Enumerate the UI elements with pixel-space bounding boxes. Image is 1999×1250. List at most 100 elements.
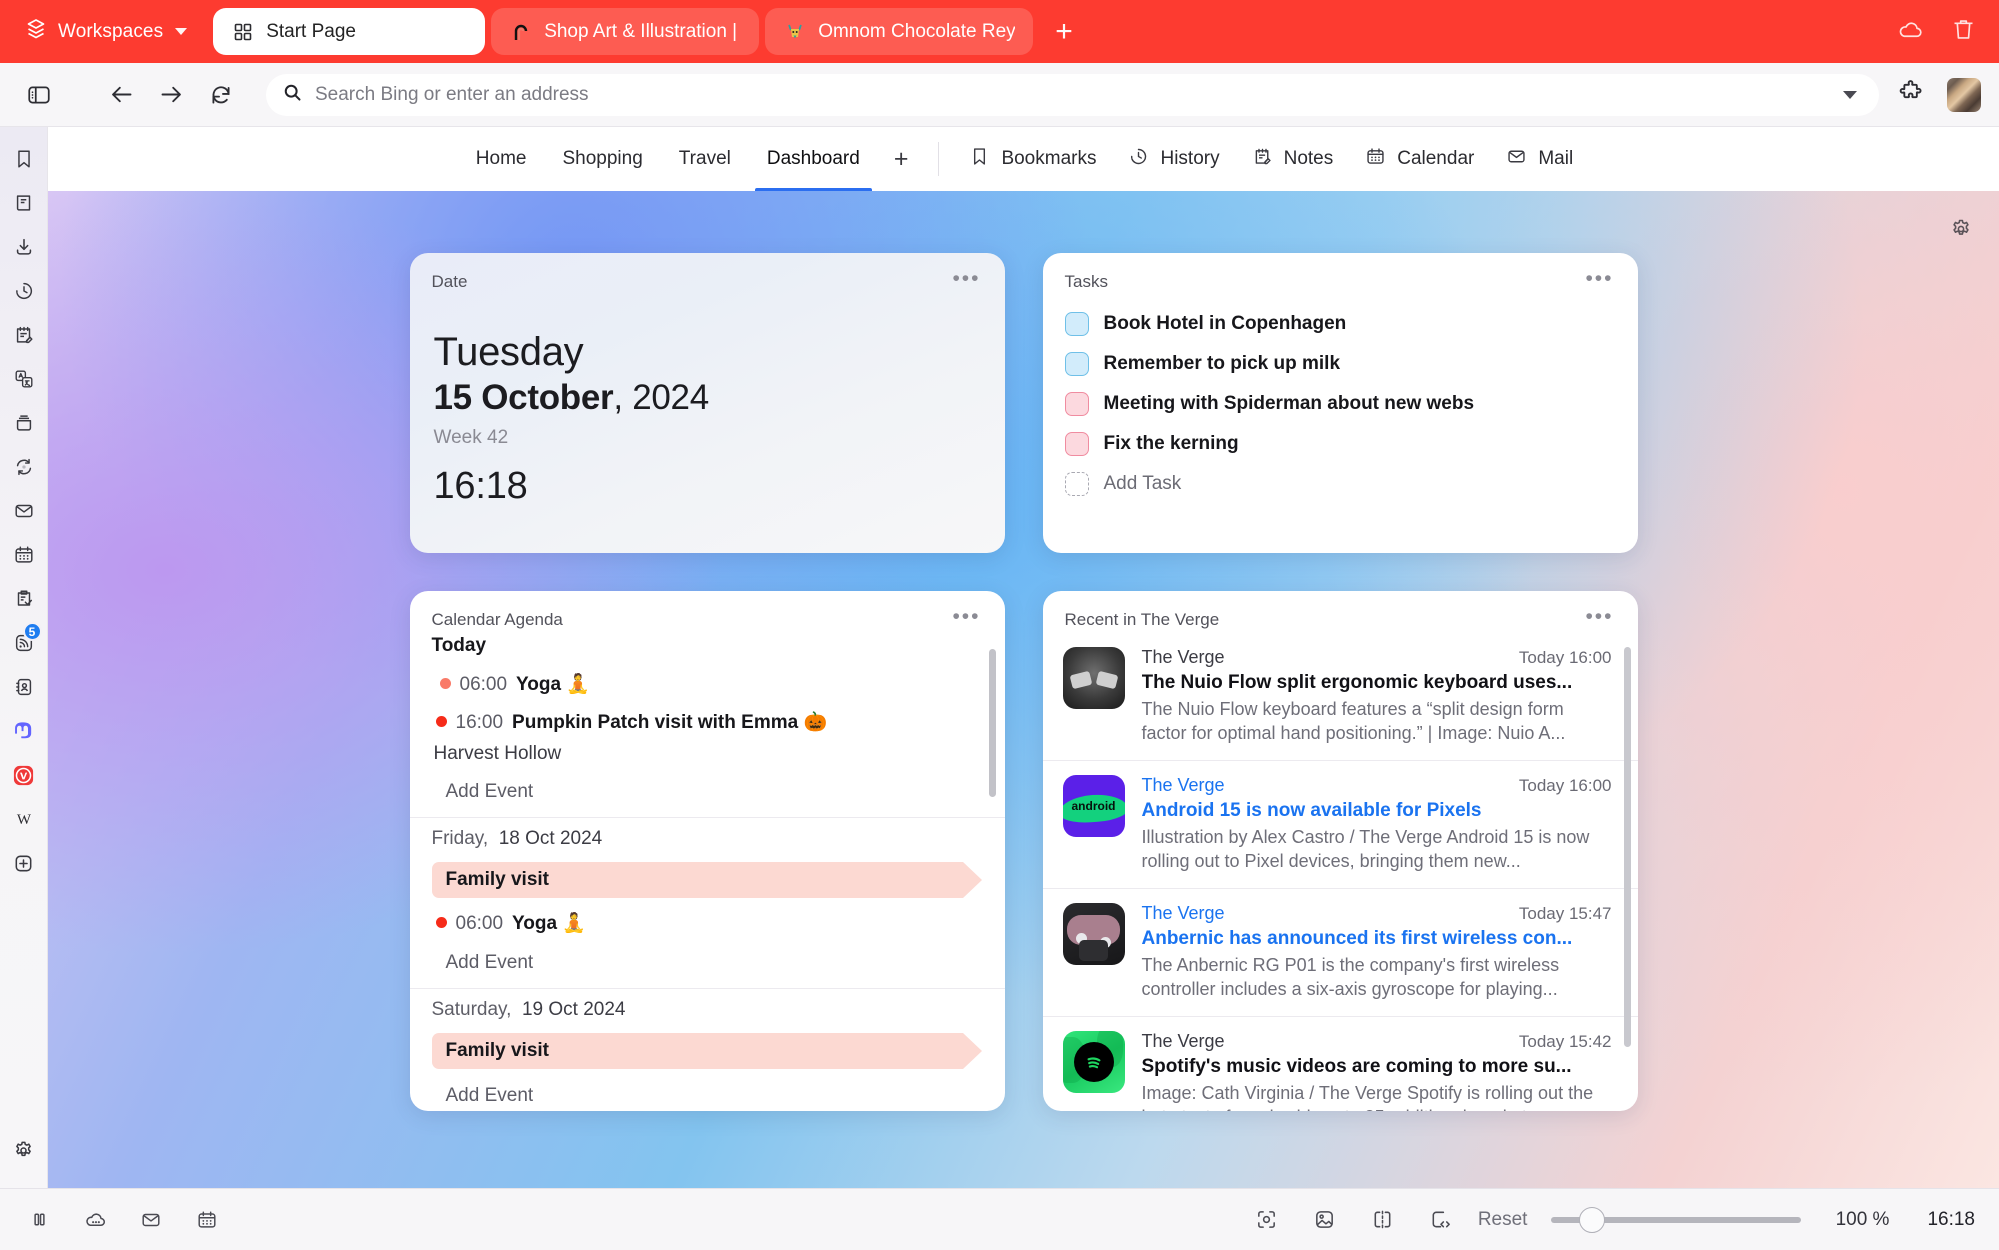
sidebar-item-downloads[interactable] [2, 225, 46, 269]
agenda-allday-event[interactable]: Family visit [431, 862, 982, 898]
sidebar-item-history[interactable] [2, 269, 46, 313]
avatar[interactable] [1947, 77, 1981, 112]
body: 5 W Home Shopping Travel Dashboard + Boo… [0, 127, 1999, 1188]
feed-article[interactable]: The Verge Today 16:00 The Nuio Flow spli… [1043, 633, 1638, 760]
sidebar-item-feeds[interactable]: 5 [2, 621, 46, 665]
sidebar-item-contacts[interactable] [2, 665, 46, 709]
sidebar-item-tasks[interactable] [2, 577, 46, 621]
tasks-widget-header: Tasks ••• [1043, 253, 1638, 295]
address-input-wrapper[interactable]: Search Bing or enter an address [266, 73, 1879, 116]
feed-article[interactable]: android The Verge Today 16:00 Android 15… [1042, 759, 1638, 888]
nav-bookmarks[interactable]: Bookmarks [953, 127, 1112, 191]
sidebar-item-vivaldi[interactable] [2, 753, 46, 797]
agenda-allday-event[interactable]: Family visit [431, 1033, 982, 1069]
agenda-scrollbar[interactable] [988, 649, 996, 797]
feed-widget-menu-button[interactable]: ••• [1577, 606, 1615, 631]
tab-shop-art[interactable]: Shop Art & Illustration | Lis [491, 8, 760, 55]
date-widget-menu-button[interactable]: ••• [944, 268, 982, 293]
feed-article[interactable]: The Verge Today 15:47 Anbernic has annou… [1042, 887, 1638, 1016]
puzzle-icon[interactable] [1897, 78, 1925, 111]
trash-icon[interactable] [1950, 16, 1977, 48]
sidebar-item-translate[interactable] [2, 357, 46, 401]
task-checkbox[interactable] [1064, 392, 1089, 416]
address-dropdown-icon[interactable] [1843, 90, 1857, 99]
sidebar-item-bookmarks[interactable] [2, 137, 46, 181]
nav-notes[interactable]: Notes [1236, 127, 1350, 191]
article-title[interactable]: Anbernic has announced its first wireles… [1142, 928, 1612, 950]
sidebar-item-wikipedia[interactable]: W [2, 797, 46, 841]
sidebar-item-window-panel[interactable] [2, 401, 46, 445]
new-tab-button[interactable]: + [1055, 16, 1073, 47]
tab-shopping[interactable]: Shopping [544, 127, 660, 191]
task-checkbox[interactable] [1064, 432, 1089, 456]
article-title[interactable]: Android 15 is now available for Pixels [1142, 800, 1612, 822]
task-item[interactable]: Fix the kerning [1064, 429, 1616, 459]
add-task-label: Add Task [1103, 473, 1182, 494]
tab-home[interactable]: Home [458, 127, 545, 191]
task-item[interactable]: Remember to pick up milk [1064, 349, 1616, 379]
add-event-button[interactable]: Add Event [432, 1075, 983, 1111]
devtools-icon[interactable] [1420, 1199, 1462, 1241]
reload-button[interactable] [200, 74, 242, 116]
task-item[interactable]: Book Hotel in Copenhagen [1064, 309, 1616, 339]
tiling-icon[interactable] [1362, 1199, 1404, 1241]
image-icon[interactable] [1304, 1199, 1346, 1241]
add-task-button[interactable]: Add Task [1064, 469, 1616, 499]
pause-icon[interactable] [18, 1199, 60, 1241]
task-label: Meeting with Spiderman about new webs [1103, 393, 1475, 414]
sidebar-item-reading-list[interactable] [2, 181, 46, 225]
task-item[interactable]: Meeting with Spiderman about new webs [1064, 389, 1616, 419]
add-startpage-button[interactable]: + [878, 127, 925, 191]
article-source: The Verge [1141, 902, 1225, 923]
sidebar-item-add-panel[interactable] [2, 841, 46, 885]
agenda-event[interactable]: 16:00 Pumpkin Patch visit with Emma 🎃 [432, 703, 983, 741]
nav-history[interactable]: History [1112, 127, 1235, 191]
feed-article[interactable]: The Verge Today 15:42 Spotify's music vi… [1042, 1015, 1638, 1111]
feed-scrollbar[interactable] [1623, 647, 1631, 1047]
event-name: Family visit [445, 869, 550, 890]
add-event-button[interactable]: Add Event [432, 942, 983, 988]
cloud-dots-icon[interactable] [74, 1199, 116, 1241]
article-thumbnail-gamepad [1062, 902, 1125, 965]
sidebar-item-mail[interactable] [2, 489, 46, 533]
sidebar-item-settings[interactable] [2, 1128, 46, 1172]
agenda-day-date: 19 Oct 2024 [521, 999, 626, 1020]
agenda-event[interactable]: 06:00 Yoga 🧘 [432, 904, 983, 942]
agenda-section-today: Today 06:00 Yoga 🧘 16:00 Pumpkin Patch v… [410, 633, 1005, 817]
event-name: Pumpkin Patch visit with Emma 🎃 [512, 712, 828, 733]
sidebar-item-mastodon[interactable] [2, 709, 46, 753]
nav-calendar[interactable]: Calendar [1349, 127, 1490, 191]
panel-toggle-icon[interactable] [18, 74, 60, 116]
address-input[interactable]: Search Bing or enter an address [315, 84, 1831, 106]
article-title[interactable]: The Nuio Flow split ergonomic keyboard u… [1142, 672, 1612, 694]
agenda-day-name: Saturday, [431, 999, 512, 1020]
date-widget-title: Date [431, 272, 468, 291]
cloud-icon[interactable] [1897, 16, 1924, 48]
article-title[interactable]: Spotify's music videos are coming to mor… [1142, 1056, 1612, 1078]
mail-icon[interactable] [130, 1199, 172, 1241]
tab-start-page[interactable]: Start Page [213, 8, 486, 55]
add-event-button[interactable]: Add Event [432, 771, 983, 817]
zoom-slider[interactable] [1551, 1206, 1802, 1233]
tab-dashboard[interactable]: Dashboard [749, 127, 878, 191]
sidebar-item-calendar[interactable] [2, 533, 46, 577]
tab-omnom-chocolate[interactable]: Omnom Chocolate Reykjav [765, 8, 1034, 55]
task-checkbox[interactable] [1064, 352, 1089, 376]
feed-scroll-area: The Verge Today 16:00 The Nuio Flow spli… [1042, 633, 1638, 1111]
sidebar-item-notes[interactable] [2, 313, 46, 357]
agenda-widget-menu-button[interactable]: ••• [944, 606, 982, 631]
capture-icon[interactable] [1246, 1199, 1288, 1241]
agenda-event[interactable]: 06:00 Yoga 🧘 [432, 665, 983, 703]
tasks-widget-menu-button[interactable]: ••• [1577, 268, 1615, 293]
back-button[interactable] [100, 74, 142, 116]
calendar-icon[interactable] [186, 1199, 228, 1241]
zoom-reset-button[interactable]: Reset [1478, 1209, 1528, 1231]
forward-button[interactable] [150, 74, 192, 116]
zoom-slider-knob[interactable] [1579, 1206, 1606, 1233]
sidebar-item-sync[interactable] [2, 445, 46, 489]
nav-mail[interactable]: Mail [1490, 127, 1589, 191]
bookmark-icon [969, 146, 990, 173]
tab-travel[interactable]: Travel [661, 127, 749, 191]
task-checkbox[interactable] [1064, 312, 1089, 336]
workspaces-button[interactable]: Workspaces [14, 10, 197, 54]
